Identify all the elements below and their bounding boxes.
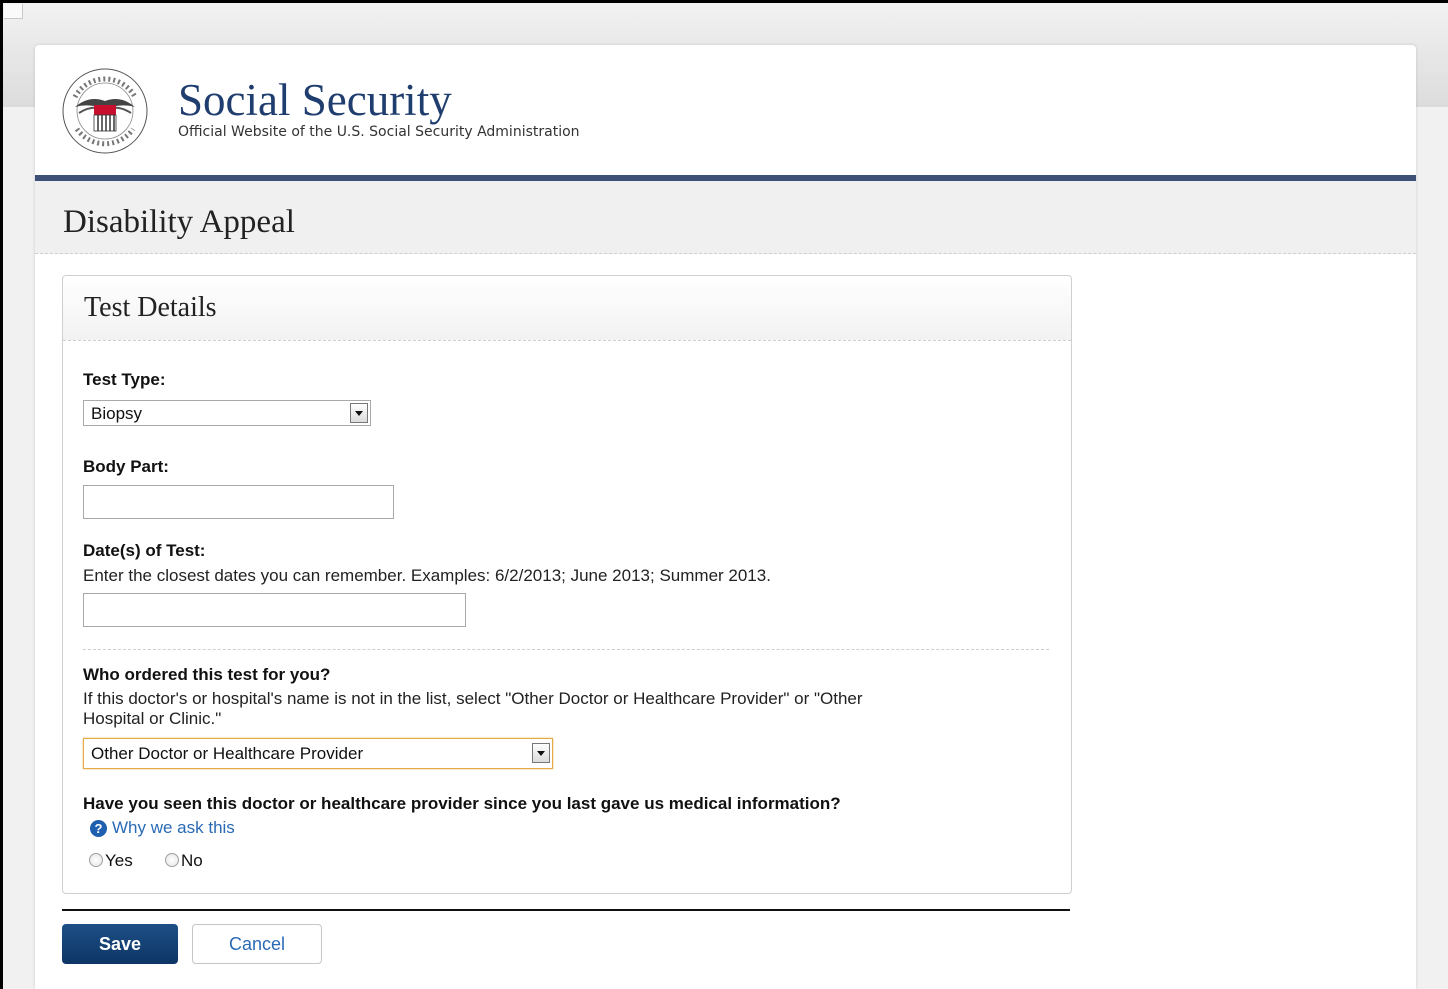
ssa-seal-logo[interactable] <box>61 67 149 155</box>
ordered-by-label: Who ordered this test for you? <box>83 665 331 684</box>
radio-no-label[interactable]: No <box>181 851 203 871</box>
radio-no[interactable] <box>165 853 179 867</box>
section-divider <box>83 649 1049 650</box>
question-circle-icon[interactable]: ? <box>90 820 107 837</box>
content-card: Social Security Official Website of the … <box>35 45 1416 989</box>
dates-label: Date(s) of Test: <box>83 541 206 560</box>
dates-input[interactable] <box>83 593 466 627</box>
ordered-by-help-line1: If this doctor's or hospital's name is n… <box>83 689 863 708</box>
save-button[interactable]: Save <box>62 924 178 964</box>
body-part-label: Body Part: <box>83 457 169 476</box>
test-type-label: Test Type: <box>83 370 166 389</box>
test-type-select[interactable]: Biopsy <box>83 400 371 426</box>
ordered-by-help-line2: Hospital or Clinic." <box>83 709 222 728</box>
body-part-input[interactable] <box>83 485 394 519</box>
cancel-button[interactable]: Cancel <box>192 924 322 964</box>
panel-title: Test Details <box>84 292 217 323</box>
dates-help-text: Enter the closest dates you can remember… <box>83 566 771 585</box>
page-title-bar: Disability Appeal <box>35 181 1416 254</box>
site-title[interactable]: Social Security <box>178 73 452 127</box>
ordered-by-select[interactable]: Other Doctor or Healthcare Provider <box>83 738 553 769</box>
chevron-down-icon[interactable] <box>532 743 550 763</box>
site-subtitle: Official Website of the U.S. Social Secu… <box>178 124 580 140</box>
test-details-panel: Test Details Test Type: Biopsy Body Part… <box>62 275 1072 894</box>
radio-yes-label[interactable]: Yes <box>105 851 133 871</box>
page-title: Disability Appeal <box>63 204 295 240</box>
ordered-by-value: Other Doctor or Healthcare Provider <box>91 744 364 763</box>
panel-header: Test Details <box>63 276 1071 341</box>
radio-yes[interactable] <box>89 853 103 867</box>
window-corner <box>4 4 23 19</box>
site-header: Social Security Official Website of the … <box>35 45 1416 175</box>
form-footer-divider <box>62 909 1070 911</box>
seen-since-label: Have you seen this doctor or healthcare … <box>83 794 841 813</box>
why-we-ask-link[interactable]: Why we ask this <box>112 818 235 838</box>
test-type-value: Biopsy <box>91 404 143 423</box>
chevron-down-icon[interactable] <box>350 403 368 423</box>
